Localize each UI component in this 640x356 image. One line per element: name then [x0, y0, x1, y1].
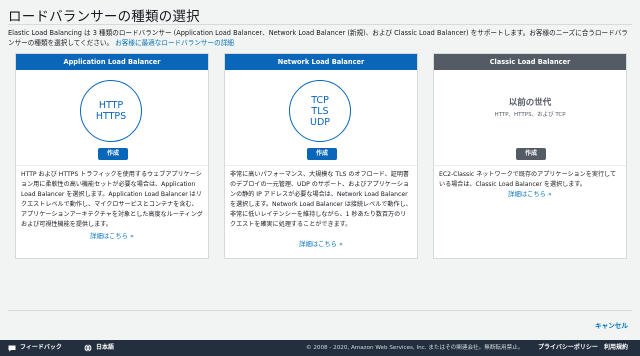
card-description: HTTP および HTTPS トラフィックを使用するウェブアプリケーション用に柔…	[21, 171, 203, 228]
card-heading: Application Load Balancer	[16, 54, 208, 70]
privacy-policy-link[interactable]: プライバシーポリシー	[538, 340, 598, 356]
load-balancer-selection-page: ロードバランサーの種類の選択 Elastic Load Balancing は …	[0, 0, 640, 340]
copyright-text: © 2008 - 2020, Amazon Web Services, Inc.…	[306, 345, 524, 351]
actions-divider	[8, 310, 632, 311]
protocol-label: TCP	[311, 94, 329, 106]
card-heading: Classic Load Balancer	[434, 54, 626, 70]
cancel-button[interactable]: キャンセル	[595, 320, 628, 330]
card-application-load-balancer: Application Load Balancer HTTP HTTPS 作成 …	[15, 53, 209, 259]
card-divider	[225, 165, 417, 166]
protocol-label: UDP	[310, 116, 330, 128]
card-description: 非常に高いパフォーマンス、大規模な TLS のオフロード、証明書のデプロイの一元…	[230, 171, 412, 228]
protocol-label: TLS	[311, 105, 329, 117]
protocol-circle: HTTP HTTPS	[80, 80, 142, 142]
card-heading: Network Load Balancer	[225, 54, 417, 70]
card-divider	[434, 165, 626, 166]
terms-of-use-link[interactable]: 利用規約	[604, 340, 628, 356]
protocol-summary: HTTP、HTTPS、および TCP	[494, 112, 566, 118]
card-description: EC2-Classic ネットワークで既存のアプリケーションを実行している場合は…	[439, 171, 617, 188]
intro-text: Elastic Load Balancing は 3 種類のロードバランサー (…	[8, 29, 628, 47]
create-alb-button[interactable]: 作成	[98, 148, 128, 160]
previous-generation-label: 以前の世代	[508, 98, 552, 108]
language-label: 日本語	[96, 344, 115, 351]
language-selector[interactable]: 日本語	[84, 340, 114, 356]
speech-bubble-icon	[8, 345, 16, 352]
nlb-learn-more-link[interactable]: 詳細はこちら »	[225, 239, 417, 248]
clb-learn-more-link[interactable]: 詳細はこちら »	[434, 189, 626, 198]
feedback-label: フィードバック	[20, 344, 62, 351]
create-clb-button[interactable]: 作成	[516, 148, 546, 160]
console-footer: フィードバック 日本語 © 2008 - 2020, Amazon Web Se…	[0, 340, 640, 356]
card-network-load-balancer: Network Load Balancer TCP TLS UDP 作成 非常に…	[224, 53, 418, 259]
protocol-label: HTTP	[98, 100, 124, 111]
globe-icon	[84, 344, 92, 352]
alb-learn-more-link[interactable]: 詳細はこちら »	[16, 231, 208, 240]
intro-paragraph: Elastic Load Balancing は 3 種類のロードバランサー (…	[8, 28, 632, 48]
protocol-label: HTTPS	[95, 111, 127, 122]
create-nlb-button[interactable]: 作成	[307, 148, 337, 160]
card-divider	[16, 165, 208, 166]
feedback-button[interactable]: フィードバック	[8, 340, 62, 356]
card-classic-load-balancer: Classic Load Balancer 以前の世代 HTTP、HTTPS、お…	[433, 53, 627, 259]
intro-learn-more-link[interactable]: お客様に最適なロードバランサーの詳細	[115, 39, 234, 47]
protocol-circle: TCP TLS UDP	[289, 80, 351, 142]
page-title: ロードバランサーの種類の選択	[8, 9, 200, 25]
title-divider	[8, 24, 632, 25]
